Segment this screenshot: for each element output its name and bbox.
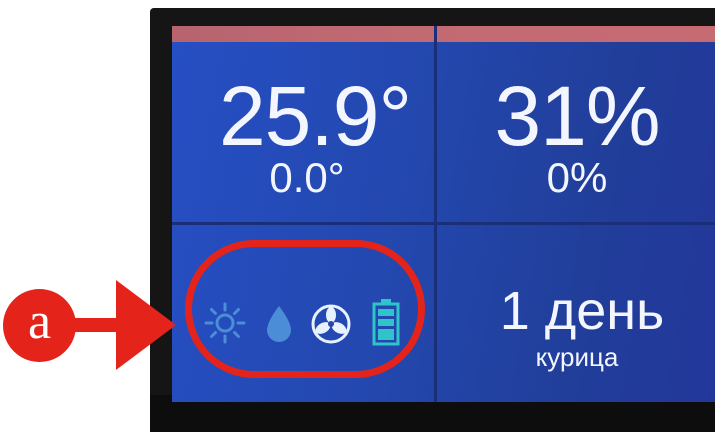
temperature-delta: 0.0° xyxy=(269,154,345,201)
humidity-delta: 0% xyxy=(546,154,608,201)
annotation-marker: a xyxy=(3,289,76,362)
status-stripe xyxy=(172,26,715,42)
temperature-value: 25.9° xyxy=(218,69,412,163)
day-label: курица xyxy=(535,342,619,372)
annotation-ring xyxy=(185,240,425,378)
divider-vertical xyxy=(434,26,437,402)
annotation-arrow-icon xyxy=(58,280,176,370)
day-counter: 1 день xyxy=(499,281,665,341)
humidity-value: 31% xyxy=(494,69,660,163)
divider-horizontal xyxy=(172,222,715,225)
